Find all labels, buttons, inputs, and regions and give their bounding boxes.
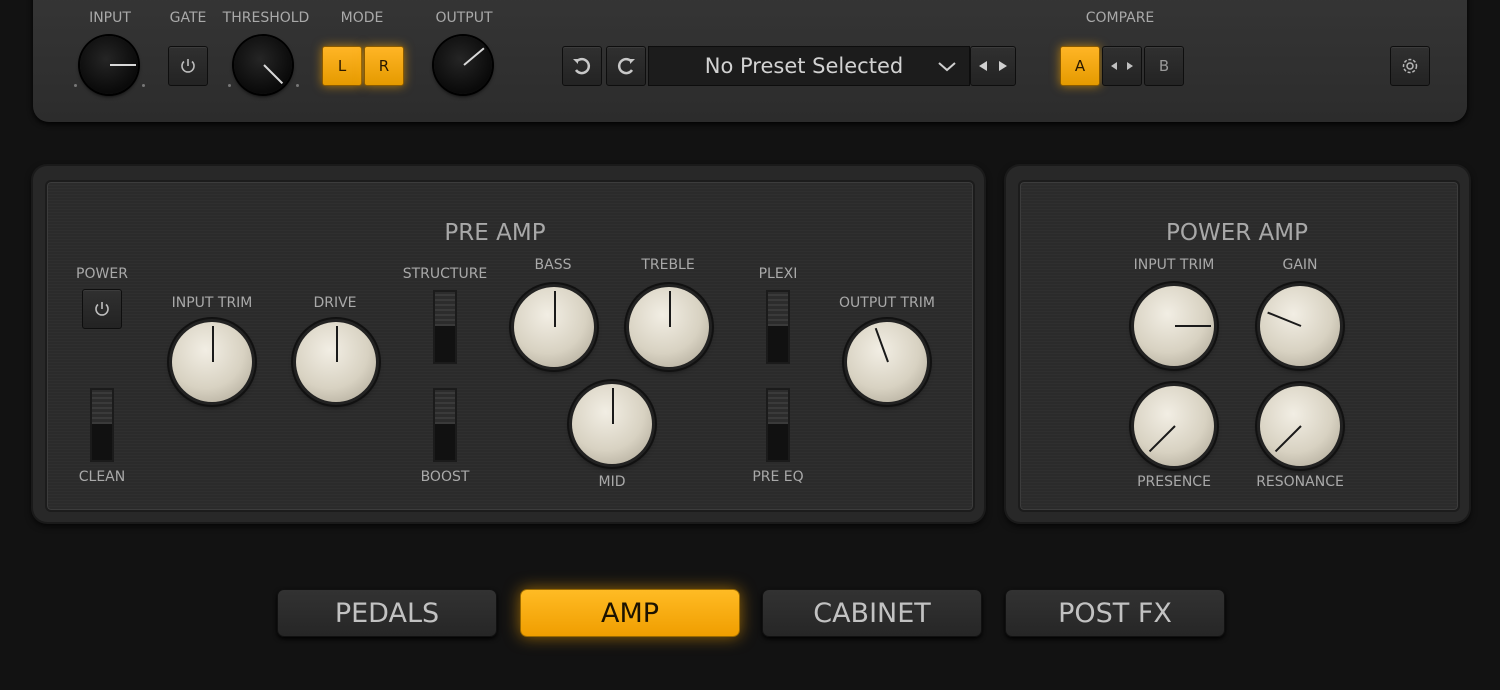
preamp-title: PRE AMP [444,220,546,246]
undo-button[interactable] [562,46,602,86]
power-icon [95,302,109,316]
boost-toggle[interactable] [433,388,457,462]
output-trim-label: OUTPUT TRIM [839,295,935,311]
bass-label: BASS [534,257,572,273]
gain-knob[interactable] [1260,286,1340,366]
gain-label: GAIN [1282,257,1318,273]
structure-toggle[interactable] [433,290,457,364]
preamp-input-trim-knob[interactable] [172,322,252,402]
tab-cabinet[interactable]: CABINET [762,589,982,637]
compare-label: COMPARE [1085,10,1155,26]
knob-min-dot [74,84,77,87]
knob-max-dot [142,84,145,87]
resonance-knob[interactable] [1260,386,1340,466]
presence-label: PRESENCE [1137,474,1211,490]
preset-name: No Preset Selected [704,54,904,78]
output-label: OUTPUT [435,10,493,26]
pre-eq-label: PRE EQ [752,469,804,485]
mode-l-button[interactable]: L [322,46,362,86]
preset-prev-next-button[interactable] [970,46,1016,86]
drive-label: DRIVE [313,295,357,311]
chevron-down-icon [938,62,956,72]
tab-pedals[interactable]: PEDALS [277,589,497,637]
treble-knob[interactable] [629,287,709,367]
treble-label: TREBLE [641,257,695,273]
boost-label: BOOST [420,469,470,485]
gate-power-button[interactable] [168,46,208,86]
clean-toggle[interactable] [90,388,114,462]
knob-min-dot [228,84,231,87]
power-icon [181,59,195,73]
arrow-left-right-icon [1111,62,1133,70]
compare-copy-button[interactable] [1102,46,1142,86]
redo-icon [617,57,635,75]
knob-max-dot [296,84,299,87]
poweramp-title: POWER AMP [1166,220,1308,246]
compare-a-button[interactable]: A [1060,46,1100,86]
redo-button[interactable] [606,46,646,86]
plexi-label: PLEXI [758,266,798,282]
output-knob[interactable] [434,36,492,94]
resonance-label: RESONANCE [1256,474,1344,490]
input-trim-label: INPUT TRIM [171,295,253,311]
preamp-power-button[interactable] [82,289,122,329]
bass-knob[interactable] [514,287,594,367]
threshold-knob[interactable] [234,36,292,94]
tab-post-fx[interactable]: POST FX [1005,589,1225,637]
arrow-left-right-icon [979,61,1007,71]
preset-selector[interactable]: No Preset Selected [648,46,970,86]
gate-label: GATE [169,10,207,26]
undo-icon [573,57,591,75]
structure-label: STRUCTURE [402,266,488,282]
presence-knob[interactable] [1134,386,1214,466]
output-trim-knob[interactable] [847,322,927,402]
settings-button[interactable] [1390,46,1430,86]
power-input-trim-label: INPUT TRIM [1133,257,1215,273]
pre-eq-toggle[interactable] [766,388,790,462]
mid-knob[interactable] [572,384,652,464]
tab-amp[interactable]: AMP [520,589,740,637]
clean-label: CLEAN [78,469,126,485]
threshold-label: THRESHOLD [222,10,310,26]
plexi-toggle[interactable] [766,290,790,364]
compare-b-button[interactable]: B [1144,46,1184,86]
mode-r-button[interactable]: R [364,46,404,86]
input-label: INPUT [89,10,131,26]
drive-knob[interactable] [296,322,376,402]
mid-label: MID [598,474,626,490]
settings-icon [1402,58,1418,74]
input-knob[interactable] [80,36,138,94]
power-input-trim-knob[interactable] [1134,286,1214,366]
mode-label: MODE [340,10,384,26]
power-label: POWER [76,266,128,282]
